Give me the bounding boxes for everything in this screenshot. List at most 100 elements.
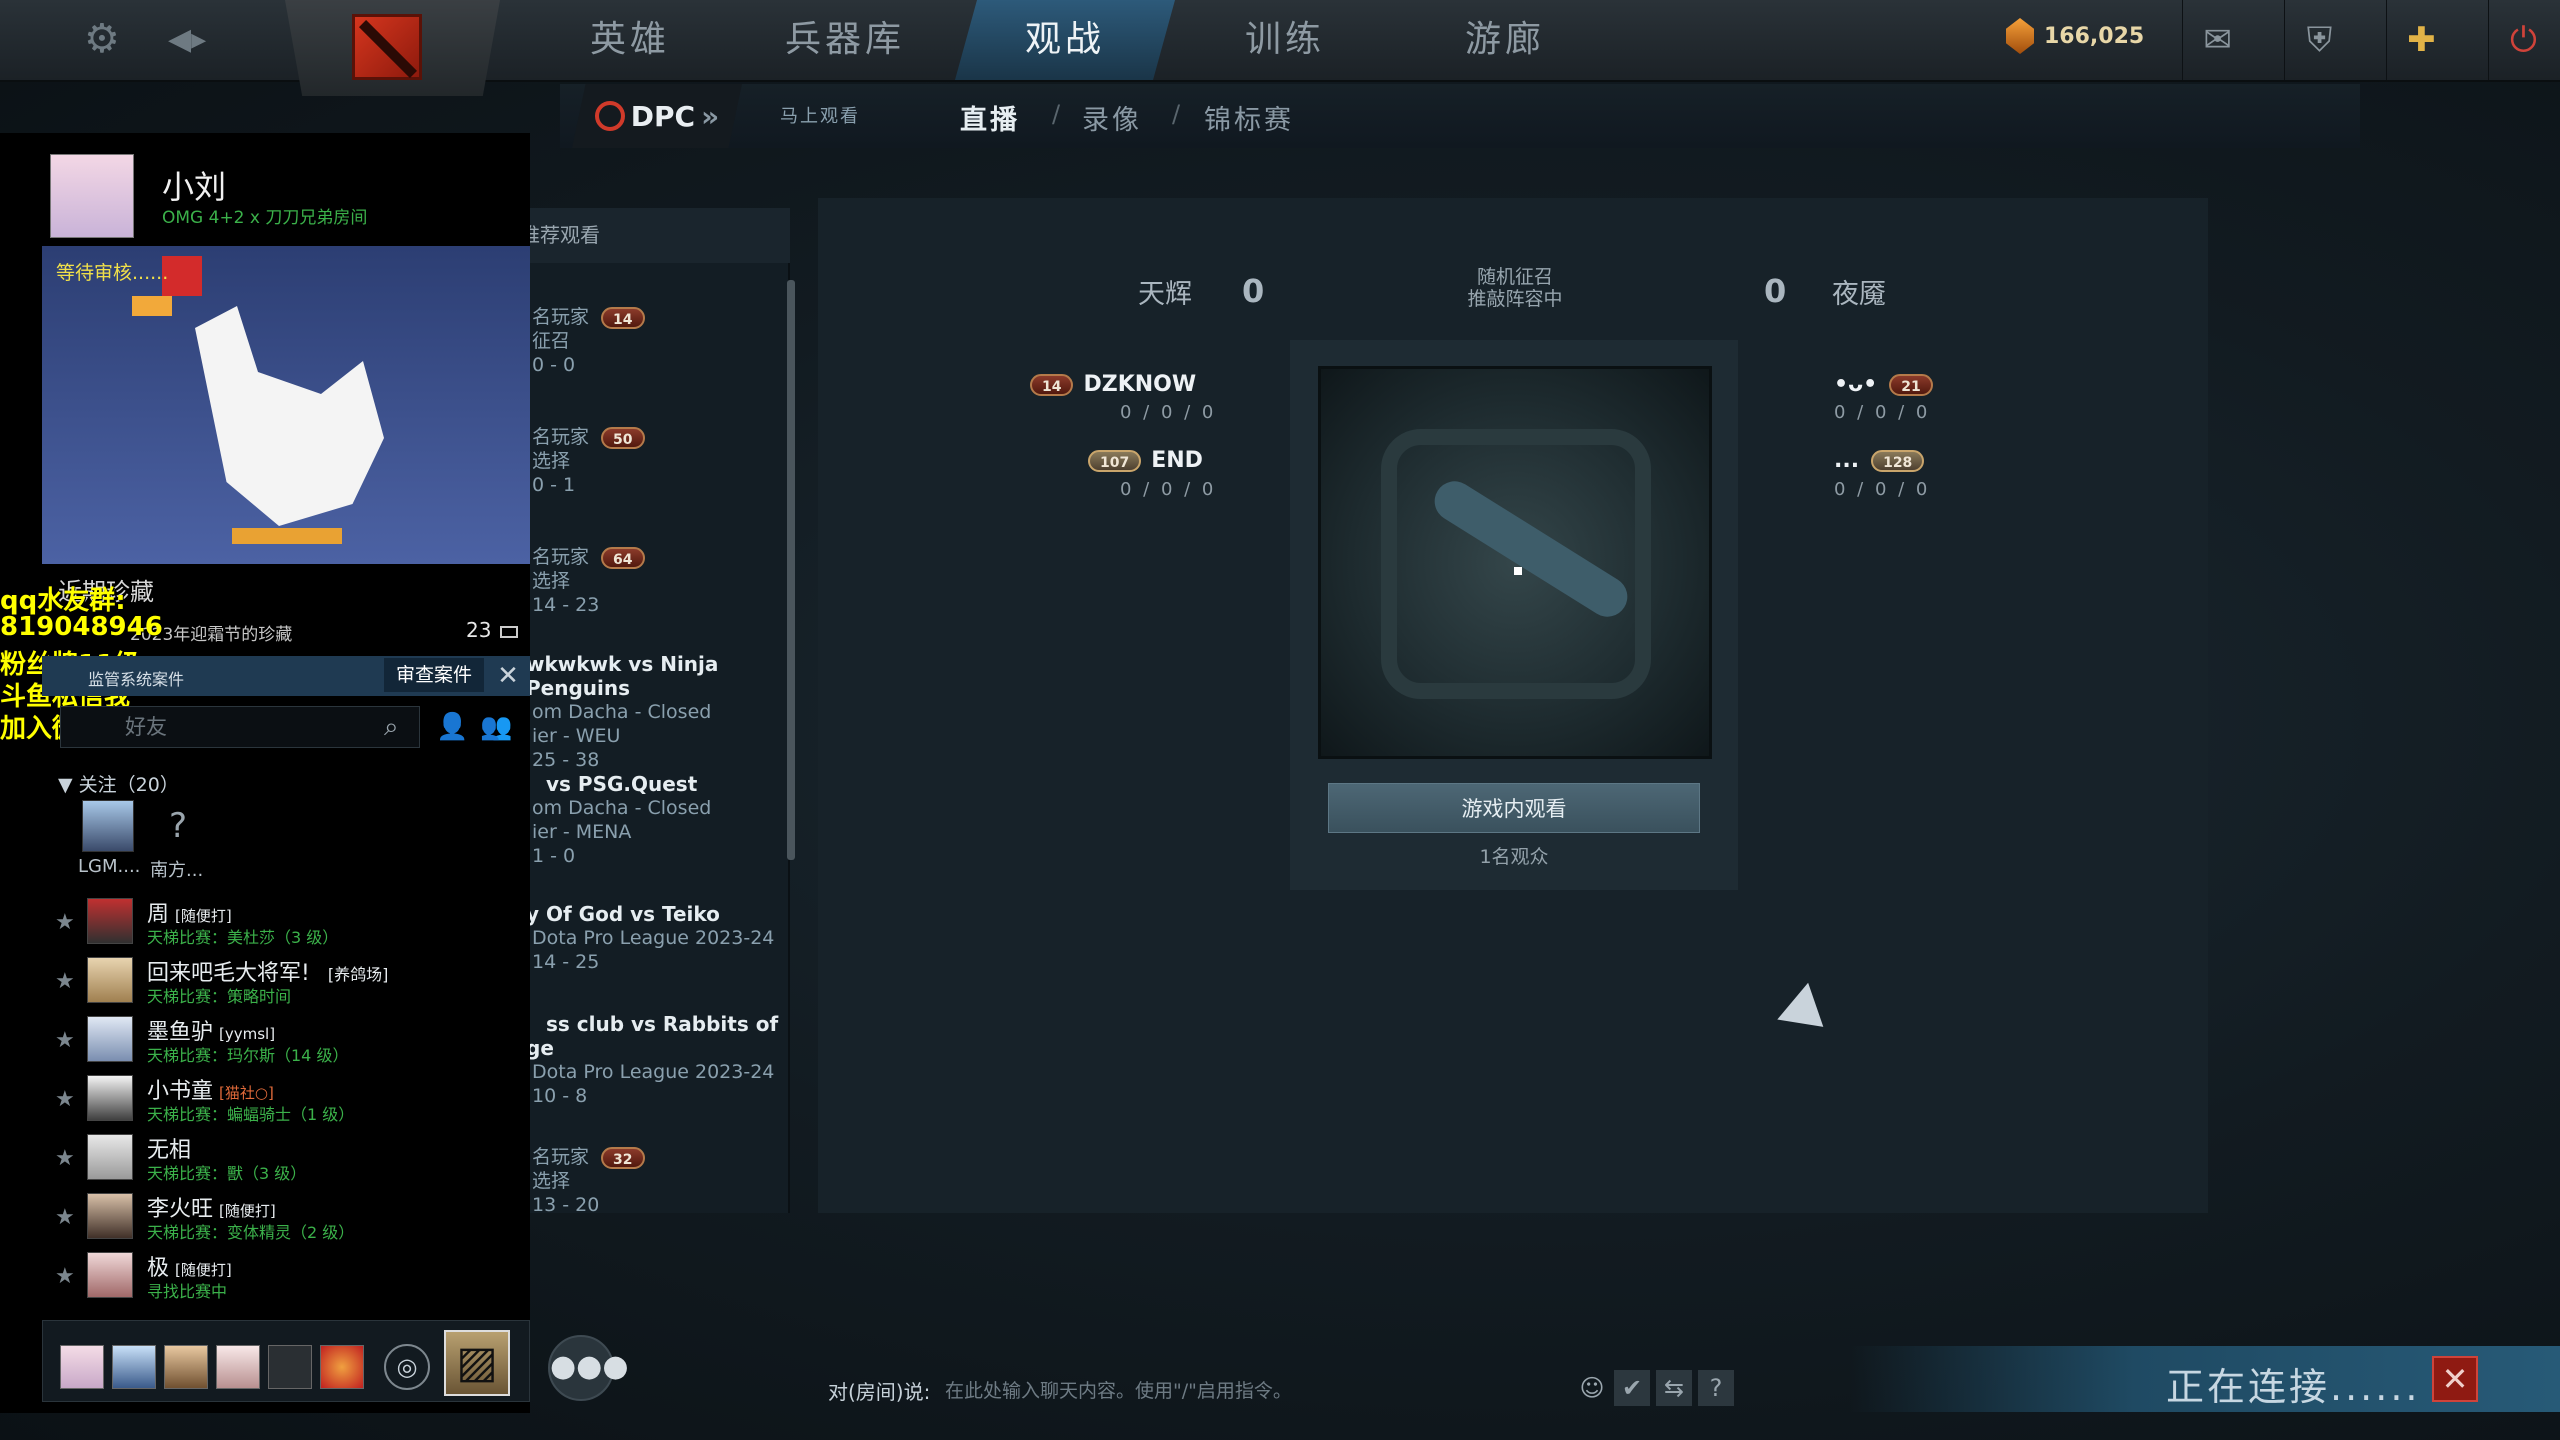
- dota-logo-button[interactable]: [285, 0, 500, 96]
- list-item-players: 名玩家: [532, 1146, 590, 1168]
- add-friend-icon[interactable]: 👤: [436, 712, 468, 742]
- nav-tab-heroes[interactable]: 英雄: [520, 0, 740, 80]
- avatar: [87, 1134, 133, 1180]
- dashboard-icon[interactable]: ⛨: [2284, 0, 2354, 80]
- friend-tag: [随便打]: [175, 907, 232, 925]
- nav-tab-watch[interactable]: 观战: [955, 0, 1175, 80]
- subtab-live[interactable]: 直播: [960, 98, 1020, 137]
- radiant-player-2[interactable]: 107 END: [1088, 448, 1203, 473]
- check-icon[interactable]: ✔: [1614, 1370, 1650, 1406]
- favorite-avatar[interactable]: [82, 800, 134, 852]
- shard-icon: [2006, 18, 2034, 54]
- collection-count: 23: [466, 618, 492, 642]
- list-item-players: 名玩家: [532, 426, 590, 448]
- search-icon[interactable]: ⌕: [384, 712, 399, 743]
- friend-row[interactable]: ★ 李火旺 [随便打] 天梯比赛：变体精灵（2 级）: [55, 1193, 515, 1249]
- radiant-player-1[interactable]: 14 DZKNOW: [1030, 372, 1196, 397]
- star-icon[interactable]: ★: [55, 1146, 75, 1171]
- radiant-score: 0: [1242, 272, 1265, 310]
- watch-now-label[interactable]: 马上观看: [780, 102, 860, 128]
- chat-input[interactable]: 在此处输入聊天内容。使用"/"启用指令。: [945, 1376, 1292, 1403]
- party-avatar[interactable]: [112, 1345, 156, 1389]
- user-avatar[interactable]: [50, 154, 134, 238]
- friend-status: 天梯比赛：变体精灵（2 级）: [147, 1223, 355, 1242]
- avatar: [87, 1193, 133, 1239]
- party-avatar[interactable]: [60, 1345, 104, 1389]
- party-avatar[interactable]: [320, 1345, 364, 1389]
- list-item-players: 名玩家: [532, 306, 590, 328]
- user-name: 小刘: [162, 168, 227, 206]
- party-avatar-empty[interactable]: [268, 1345, 312, 1389]
- subtab-replays[interactable]: 录像: [1082, 98, 1142, 137]
- review-case-button[interactable]: 审查案件: [384, 658, 484, 692]
- player-kda: 0 / 0 / 0: [1120, 402, 1217, 423]
- nav-tab-learn[interactable]: 训练: [1175, 0, 1395, 80]
- rank-badge: 64: [601, 546, 645, 569]
- friends-icon[interactable]: 👥: [480, 712, 512, 742]
- star-icon[interactable]: ★: [55, 1205, 75, 1230]
- shards-display[interactable]: 166,025: [2006, 18, 2144, 54]
- friend-tag: [猫社○]: [219, 1084, 274, 1102]
- nav-tab-arcade[interactable]: 游廊: [1395, 0, 1615, 80]
- cancel-connect-icon[interactable]: ✕: [2432, 1356, 2478, 1402]
- viewer-count: 1名观众: [1479, 846, 1549, 868]
- friend-row[interactable]: ★ 墨鱼驴 [yymsl] 天梯比赛：玛尔斯（14 级）: [55, 1016, 515, 1072]
- party-avatar[interactable]: [164, 1345, 208, 1389]
- swap-icon[interactable]: ⇆: [1656, 1370, 1692, 1406]
- friend-row[interactable]: ★ 小书童 [猫社○] 天梯比赛：蝙蝠骑士（1 级）: [55, 1075, 515, 1131]
- star-icon[interactable]: ★: [55, 969, 75, 994]
- settings-gear-icon[interactable]: ⚙: [84, 16, 120, 62]
- dpc-button[interactable]: DPC »: [572, 84, 742, 148]
- rank-badge: 32: [601, 1146, 645, 1169]
- friend-row[interactable]: ★ 无相 天梯比赛：獸（3 级）: [55, 1134, 515, 1190]
- party-group-icon[interactable]: ●●●: [548, 1335, 629, 1401]
- minimap[interactable]: [1318, 366, 1712, 759]
- avatar: [87, 898, 133, 944]
- voice-icon[interactable]: ◎: [384, 1344, 430, 1390]
- player-name: •ᴗ•: [1834, 372, 1878, 397]
- star-icon[interactable]: ★: [55, 910, 75, 935]
- rank-badge: 21: [1889, 374, 1933, 396]
- chat-channel-label[interactable]: 对(房间)说:: [828, 1376, 930, 1405]
- back-arrow-icon[interactable]: ◀▸: [168, 22, 206, 57]
- friend-status: 天梯比赛：玛尔斯（14 级）: [147, 1046, 349, 1065]
- power-icon[interactable]: ⏻: [2488, 0, 2558, 80]
- follow-group-header[interactable]: ▼ 关注（20）: [58, 770, 179, 797]
- chicken-beak: [132, 296, 172, 316]
- game-mode: 随机征召 推敲阵容中: [1440, 266, 1590, 310]
- watch-in-game-button[interactable]: 游戏内观看: [1328, 783, 1700, 833]
- unknown-avatar-icon[interactable]: ?: [152, 800, 204, 852]
- radiant-label: 天辉: [1138, 279, 1192, 310]
- dire-player-2[interactable]: ... 128: [1834, 448, 1925, 473]
- close-icon[interactable]: ✕: [492, 660, 524, 692]
- dota-logo-icon: [352, 14, 422, 80]
- chicken-legs: [232, 528, 342, 544]
- plus-icon[interactable]: ✚: [2386, 0, 2456, 80]
- rank-badge: 14: [1030, 374, 1074, 396]
- card-icon: [500, 626, 518, 638]
- friend-search-input[interactable]: 好友: [60, 706, 420, 748]
- emoji-icon[interactable]: ☺: [1574, 1370, 1610, 1406]
- nav-tab-armory[interactable]: 兵器库: [735, 0, 955, 80]
- player-name: ...: [1834, 448, 1860, 473]
- dpc-logo-icon: [594, 101, 625, 131]
- subtab-tournaments[interactable]: 锦标赛: [1204, 98, 1294, 137]
- party-avatar[interactable]: [216, 1345, 260, 1389]
- friend-row[interactable]: ★ 周 [随便打] 天梯比赛：美杜莎（3 级）: [55, 898, 515, 954]
- triangle-down-icon: ▼: [58, 774, 79, 796]
- rank-medal-icon[interactable]: ▨: [444, 1330, 510, 1396]
- star-icon[interactable]: ★: [55, 1028, 75, 1053]
- stream-overlay-text: 819048946: [0, 612, 163, 642]
- star-icon[interactable]: ★: [55, 1087, 75, 1112]
- dire-player-1[interactable]: •ᴗ• 21: [1834, 372, 1933, 397]
- help-icon[interactable]: ?: [1698, 1370, 1734, 1406]
- player-kda: 0 / 0 / 0: [1834, 479, 1931, 500]
- star-icon[interactable]: ★: [55, 1264, 75, 1289]
- avatar: [87, 957, 133, 1003]
- game-mode-line1: 随机征召: [1476, 266, 1553, 288]
- friend-row[interactable]: ★ 极 [随便打] 寻找比赛中: [55, 1252, 515, 1308]
- friend-row[interactable]: ★ 回来吧毛大将军! [养鸽场] 天梯比赛：策略时间: [55, 957, 515, 1013]
- dire-score: 0: [1764, 272, 1787, 310]
- mail-icon[interactable]: ✉: [2182, 0, 2252, 80]
- player-name: END: [1151, 448, 1203, 473]
